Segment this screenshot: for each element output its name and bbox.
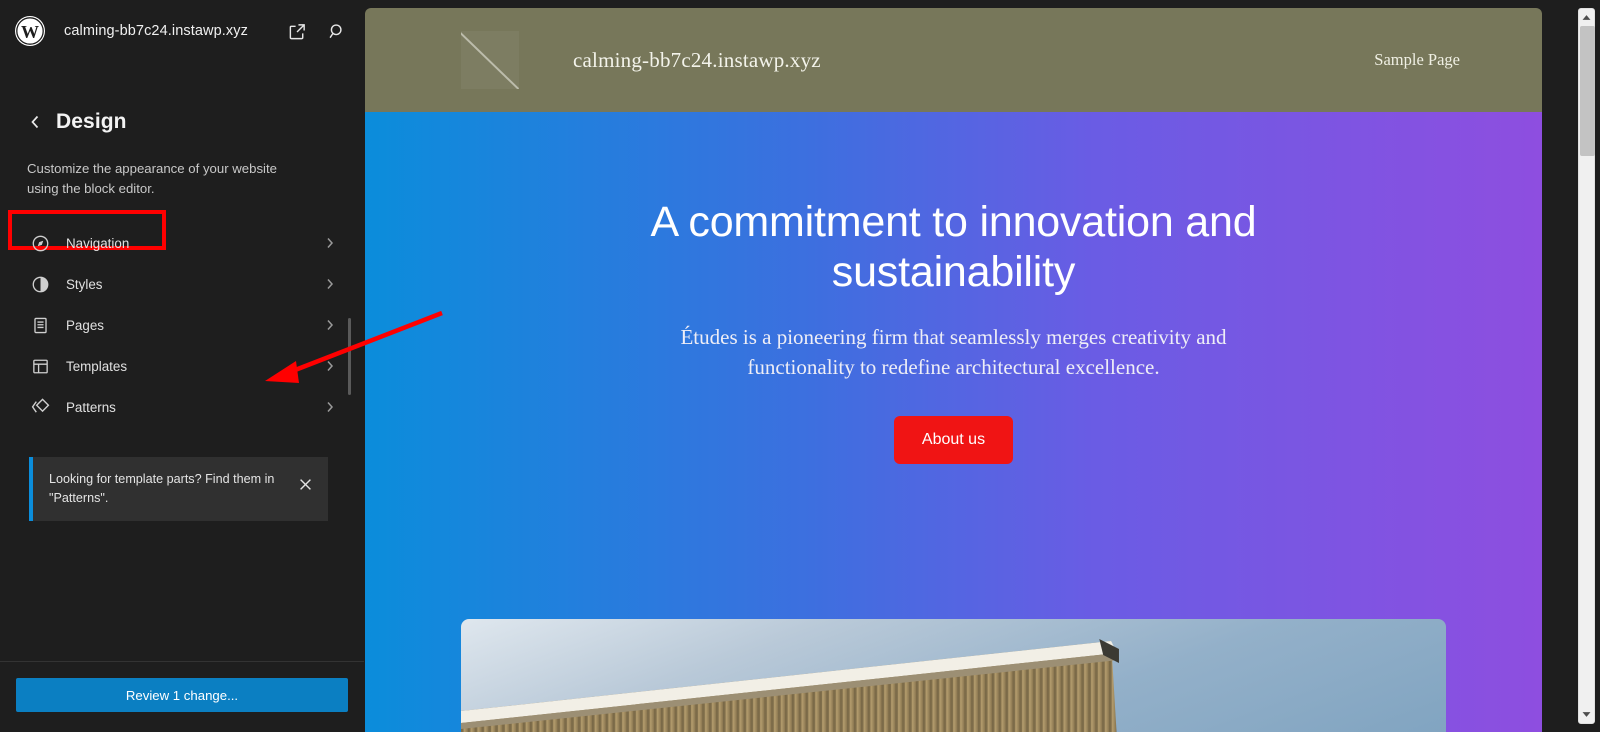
hero-cta-wrap: About us: [365, 415, 1542, 464]
templates-layout-icon: [28, 357, 52, 376]
editor-window: W calming-bb7c24.instawp.xyz Design Cust…: [0, 0, 1600, 732]
preview-scrollbar[interactable]: [1578, 8, 1595, 724]
sidebar-header-actions: [286, 20, 348, 42]
template-parts-notice: Looking for template parts? Find them in…: [29, 456, 328, 521]
chevron-left-icon[interactable]: [28, 113, 42, 131]
svg-text:W: W: [21, 22, 39, 42]
broken-image-placeholder-icon: [461, 31, 519, 89]
hero-heading: A commitment to innovation and sustainab…: [650, 198, 1257, 296]
hero-building-image: [461, 619, 1446, 732]
site-title: calming-bb7c24.instawp.xyz: [573, 47, 821, 72]
search-icon[interactable]: [326, 20, 348, 42]
notice-text: Looking for template parts? Find them in…: [49, 471, 275, 505]
sidebar-item-label: Pages: [66, 317, 104, 333]
sidebar-item-pages[interactable]: Pages: [16, 305, 348, 346]
design-back-row[interactable]: Design: [16, 102, 174, 142]
external-link-icon[interactable]: [286, 20, 308, 42]
chevron-right-icon: [324, 236, 336, 250]
page-title: Design: [56, 110, 127, 133]
about-us-button[interactable]: About us: [893, 415, 1014, 464]
sidebar-header: W calming-bb7c24.instawp.xyz: [0, 0, 364, 62]
chevron-right-icon: [324, 318, 336, 332]
preview-canvas: calming-bb7c24.instawp.xyz Sample Page A…: [364, 0, 1600, 732]
hero-section: A commitment to innovation and sustainab…: [365, 112, 1542, 732]
chevron-right-icon: [324, 359, 336, 373]
navigation-compass-icon: [28, 234, 52, 253]
sidebar-scrollbar[interactable]: [348, 318, 351, 395]
site-navigation: Sample Page: [1374, 50, 1460, 70]
scroll-track[interactable]: [1579, 26, 1595, 706]
sidebar-item-label: Navigation: [66, 235, 130, 251]
scroll-down-arrow-icon[interactable]: [1578, 706, 1595, 723]
sidebar-footer: Review 1 change...: [0, 661, 364, 732]
sidebar-item-templates[interactable]: Templates: [16, 346, 348, 387]
review-changes-button[interactable]: Review 1 change...: [16, 678, 348, 712]
design-title-block: Design: [0, 102, 364, 250]
close-icon[interactable]: [292, 472, 318, 498]
hero-subheading: Études is a pioneering firm that seamles…: [680, 324, 1227, 380]
sidebar-item-patterns[interactable]: Patterns: [16, 387, 348, 428]
site-header: calming-bb7c24.instawp.xyz Sample Page: [365, 8, 1542, 112]
chevron-right-icon: [324, 400, 336, 414]
notice-container: Looking for template parts? Find them in…: [0, 428, 364, 521]
pages-document-icon: [28, 316, 52, 335]
scroll-thumb[interactable]: [1580, 26, 1595, 156]
sidebar-item-label: Styles: [66, 276, 103, 292]
scroll-up-arrow-icon[interactable]: [1578, 9, 1595, 26]
nav-item-sample-page[interactable]: Sample Page: [1374, 50, 1460, 70]
sidebar-menu: Navigation Styles Pages Templates Patter…: [0, 223, 364, 428]
site-name-label: calming-bb7c24.instawp.xyz: [64, 23, 248, 39]
sidebar-item-navigation[interactable]: Navigation: [16, 223, 348, 264]
patterns-diamond-icon: [28, 397, 52, 417]
sidebar: W calming-bb7c24.instawp.xyz Design Cust…: [0, 0, 364, 732]
sidebar-item-label: Patterns: [66, 399, 116, 415]
design-description: Customize the appearance of your website…: [27, 161, 277, 197]
wordpress-logo[interactable]: W: [14, 15, 46, 47]
site-preview-frame[interactable]: calming-bb7c24.instawp.xyz Sample Page A…: [365, 8, 1542, 732]
sidebar-item-label: Templates: [66, 358, 128, 374]
styles-contrast-icon: [28, 275, 52, 294]
sidebar-item-styles[interactable]: Styles: [16, 264, 348, 305]
chevron-right-icon: [324, 277, 336, 291]
